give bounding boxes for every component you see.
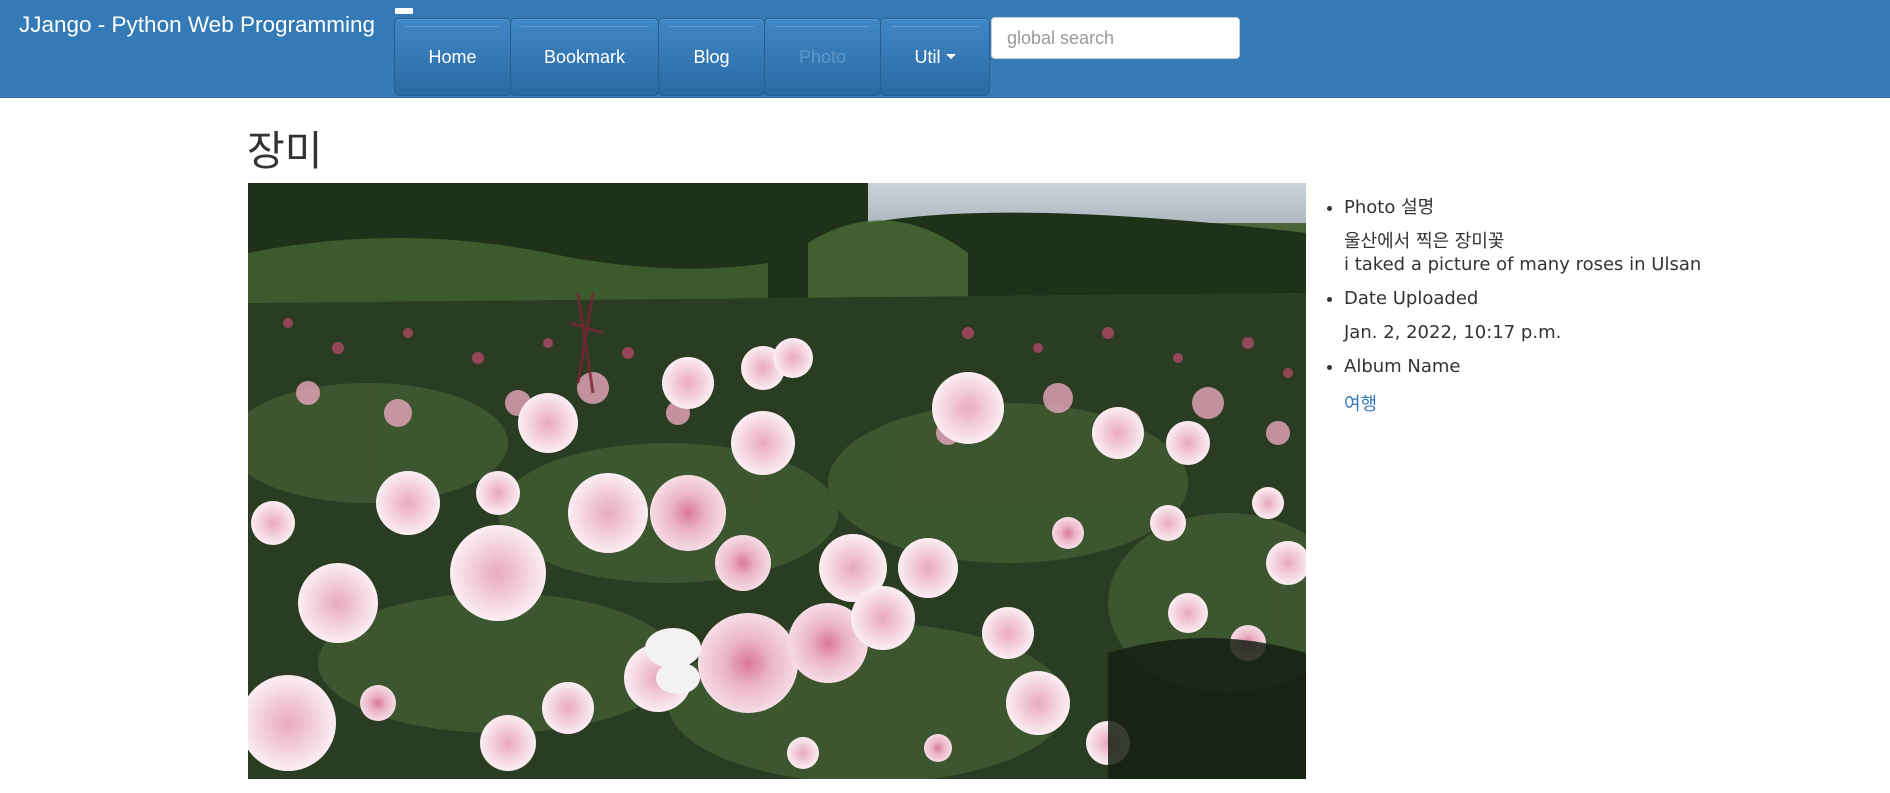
- nav-photo-label: Photo: [798, 47, 847, 67]
- top-navbar: JJango - Python Web Programming Home Boo…: [0, 0, 1890, 98]
- photo-description-en: i taked a picture of many roses in Ulsan: [1344, 254, 1702, 275]
- photo-description-label: Photo 설명: [1344, 197, 1435, 218]
- caret-down-icon: [945, 53, 956, 59]
- album-name-item: Album Name 여행: [1344, 356, 1744, 415]
- nav-util-dropdown[interactable]: Util: [880, 18, 990, 96]
- rose-photo: [248, 183, 1306, 779]
- nav-bookmark-label: Bookmark: [543, 47, 626, 67]
- menu-toggle-icon[interactable]: [395, 8, 413, 14]
- photo-description-ko: 울산에서 찍은 장미꽃: [1344, 231, 1505, 252]
- nav-blog-label: Blog: [693, 47, 730, 67]
- photo-description-item: Photo 설명 울산에서 찍은 장미꽃 i taked a picture o…: [1344, 193, 1744, 276]
- page-title: 장미: [247, 127, 323, 175]
- nav-home-label: Home: [428, 47, 477, 67]
- nav-util-label: Util: [914, 47, 941, 67]
- album-name-value-wrap: 여행: [1344, 390, 1744, 415]
- album-link[interactable]: 여행: [1344, 394, 1377, 415]
- nav-bookmark-button[interactable]: Bookmark: [510, 18, 659, 96]
- global-search-input[interactable]: [991, 17, 1240, 59]
- album-name-label: Album Name: [1344, 356, 1461, 377]
- nav-photo-button[interactable]: Photo: [764, 18, 881, 96]
- photo-details-list: Photo 설명 울산에서 찍은 장미꽃 i taked a picture o…: [1328, 193, 1744, 424]
- rose-photo-image: [248, 183, 1306, 779]
- date-uploaded-label: Date Uploaded: [1344, 288, 1479, 309]
- brand-title[interactable]: JJango - Python Web Programming: [19, 12, 375, 38]
- date-uploaded-item: Date Uploaded Jan. 2, 2022, 10:17 p.m.: [1344, 288, 1744, 344]
- date-uploaded-value: Jan. 2, 2022, 10:17 p.m.: [1344, 322, 1562, 343]
- nav-home-button[interactable]: Home: [394, 18, 511, 96]
- nav-blog-button[interactable]: Blog: [658, 18, 765, 96]
